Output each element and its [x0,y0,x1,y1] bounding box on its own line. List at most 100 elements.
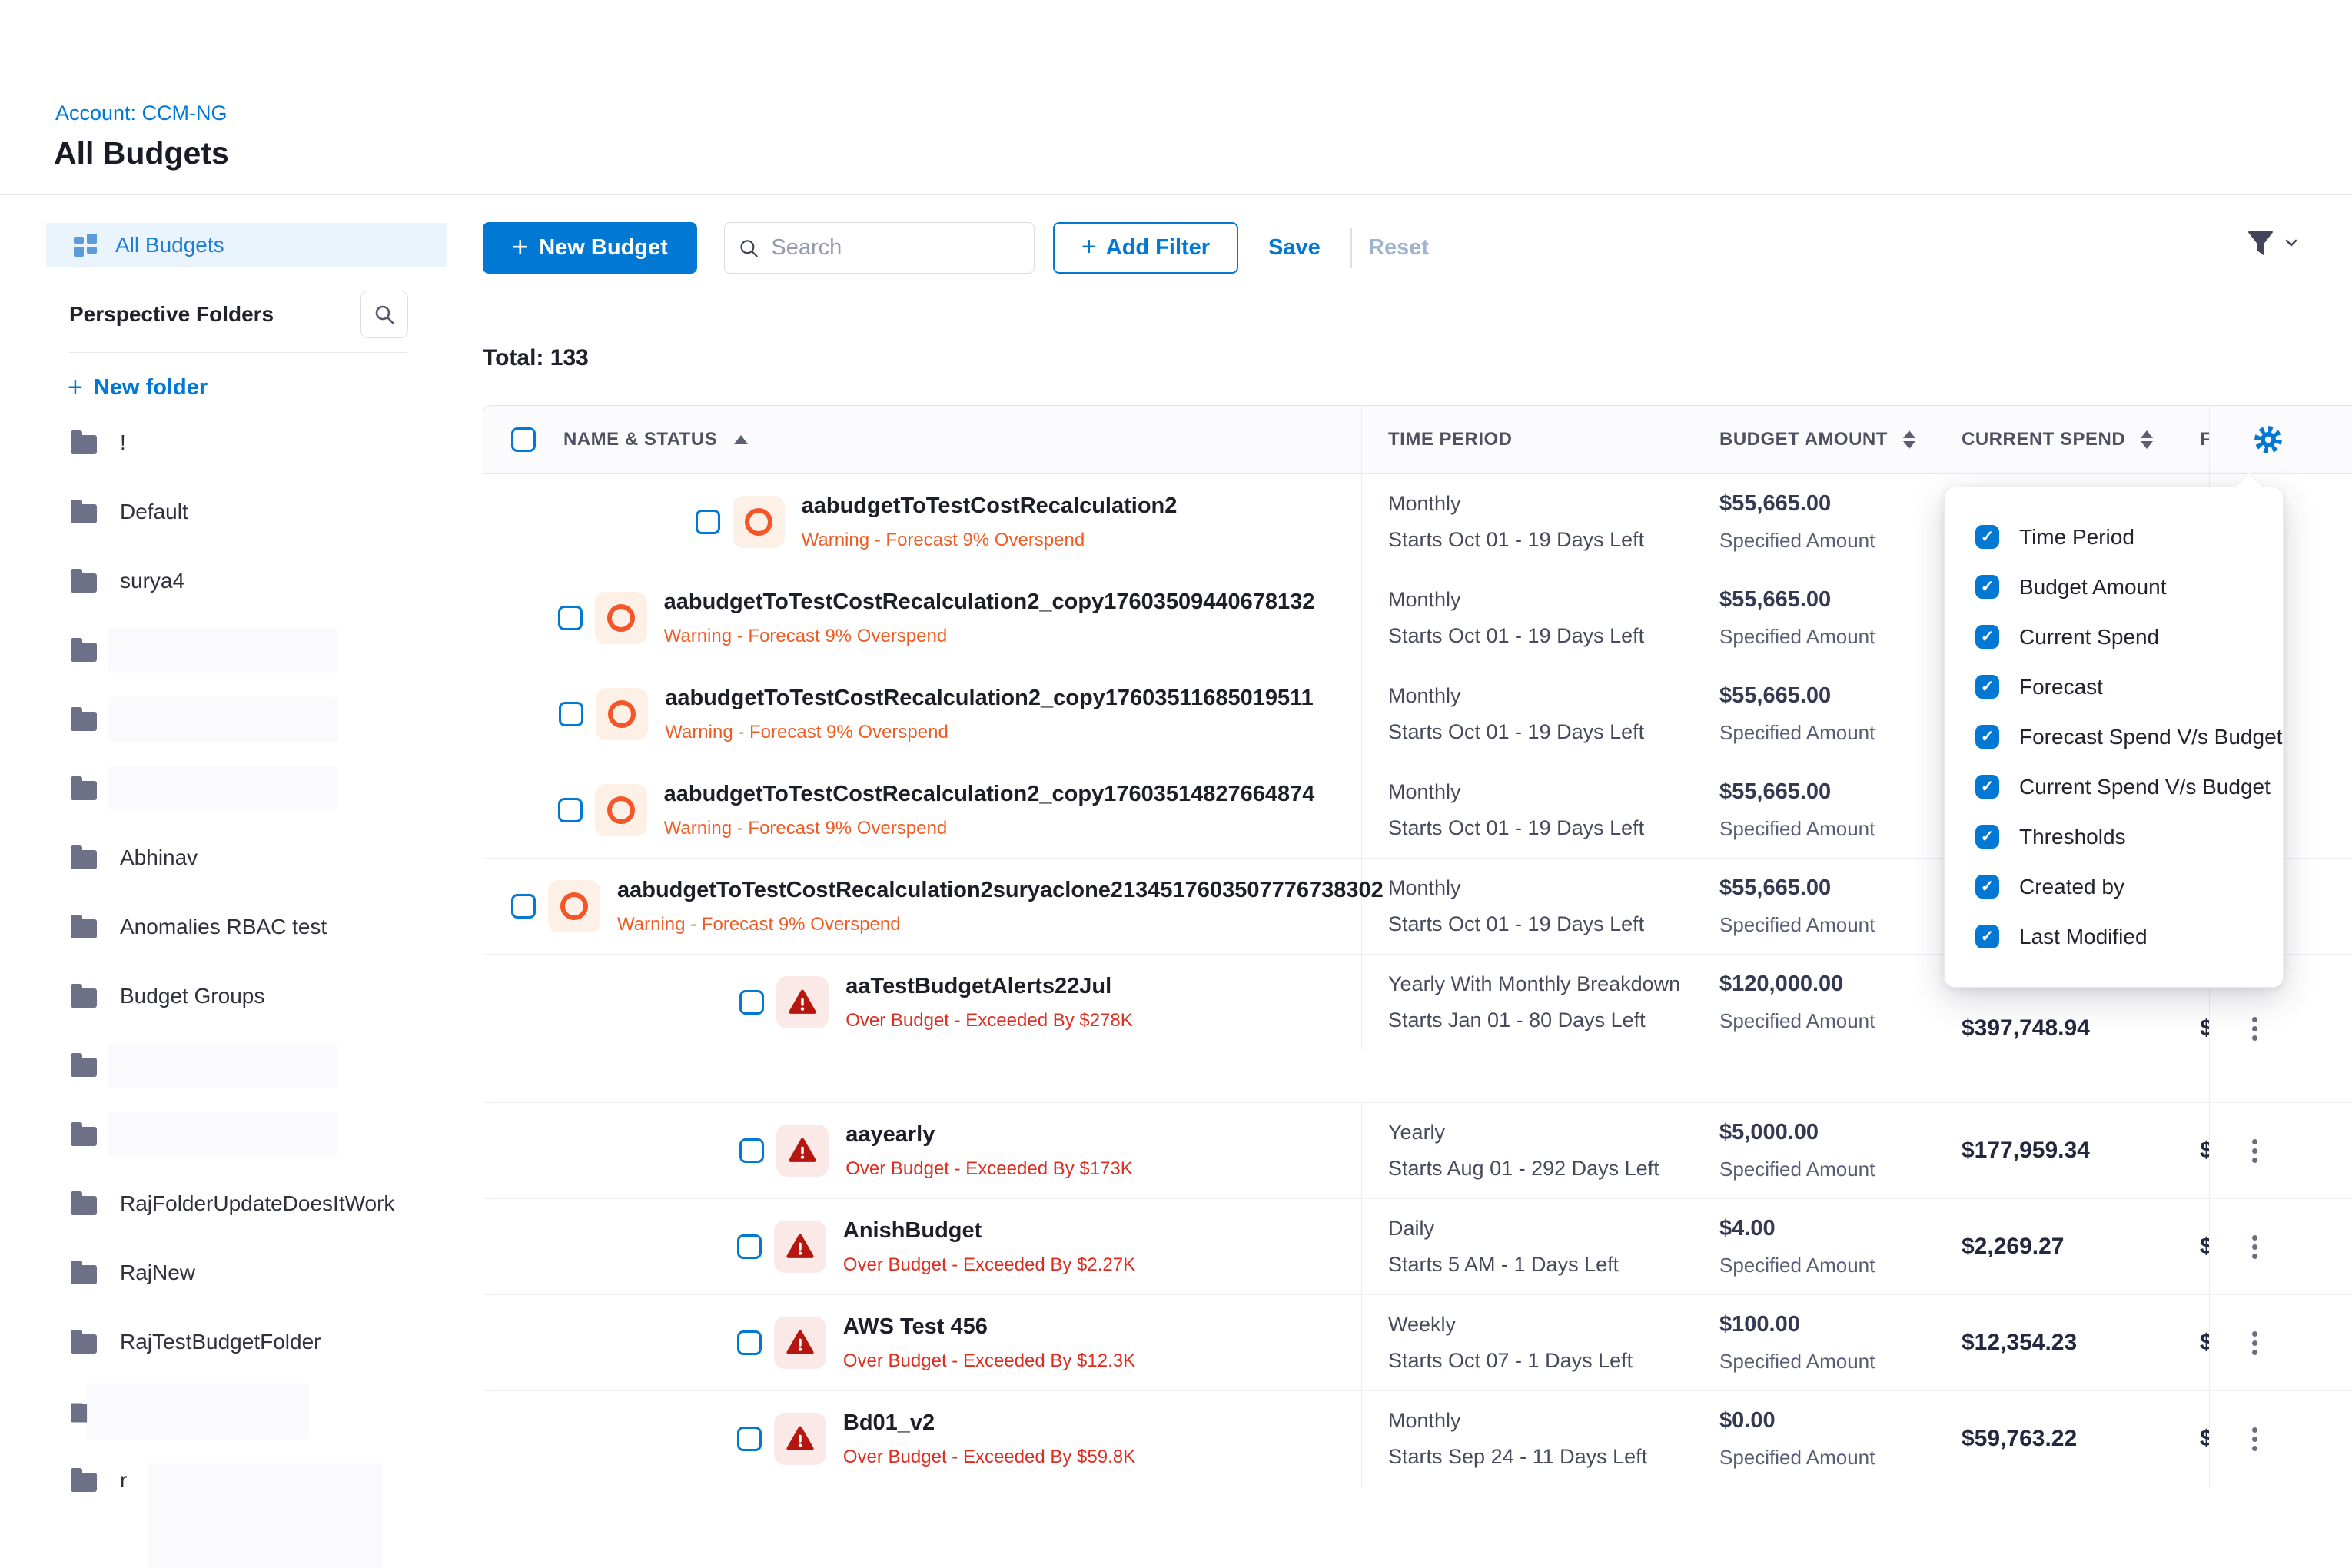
add-filter-button[interactable]: + Add Filter [1053,222,1238,274]
column-menu-item-label: Current Spend [2019,625,2159,649]
sidebar-folder-item[interactable]: RajFolderUpdateDoesItWork [71,1169,447,1238]
sidebar-folder-item[interactable] [71,1377,447,1446]
new-budget-button[interactable]: + New Budget [483,222,697,274]
row-checkbox[interactable] [739,990,764,1015]
budget-name: Bd01_v2 [843,1410,1135,1436]
column-menu-item-label: Forecast Spend V/s Budget [2019,725,2282,749]
over-budget-alert-icon [785,1328,816,1357]
save-button[interactable]: Save [1268,222,1321,274]
time-period-detail: Starts Oct 07 - 1 Days Left [1388,1349,1700,1373]
column-header-current-spend[interactable]: CURRENT SPEND [1962,429,2125,450]
table-row[interactable]: aayearly Over Budget - Exceeded By $173K… [483,1103,2352,1199]
new-folder-button[interactable]: + New folder [68,367,208,407]
column-menu-item[interactable]: ✓ Current Spend V/s Budget [1975,762,2283,812]
row-checkbox[interactable] [737,1427,762,1451]
column-header-time-period: TIME PERIOD [1388,429,1513,450]
table-row[interactable]: Bd01_v2 Over Budget - Exceeded By $59.8K… [483,1391,2352,1487]
time-period: Monthly [1388,780,1700,804]
filter-panel-trigger[interactable] [2243,225,2300,261]
row-actions-menu-icon[interactable] [2252,1235,2258,1259]
warning-circle-icon [607,604,635,632]
row-actions-menu-icon[interactable] [2252,1017,2258,1041]
sidebar-folder-item[interactable] [71,754,447,823]
gear-icon[interactable] [2252,424,2284,456]
time-period: Daily [1388,1217,1700,1241]
checked-checkbox-icon[interactable]: ✓ [1975,725,1999,749]
time-period-detail: Starts Oct 01 - 19 Days Left [1388,912,1700,936]
folder-list: ! Default surya4 Abhinav Anomalies RBAC … [71,408,447,1515]
sort-icon[interactable] [1903,430,1915,449]
column-menu-item[interactable]: ✓ Current Spend [1975,612,2283,662]
sidebar-folder-item[interactable]: surya4 [71,546,447,616]
row-checkbox[interactable] [737,1234,762,1259]
column-menu-item-label: Current Spend V/s Budget [2019,775,2271,799]
status-icon-tile [733,496,785,548]
checked-checkbox-icon[interactable]: ✓ [1975,825,1999,849]
time-period: Yearly [1388,1121,1700,1144]
reset-button[interactable]: Reset [1368,222,1429,274]
sidebar-folder-item[interactable]: RajTestBudgetFolder [71,1307,447,1377]
row-checkbox[interactable] [558,606,583,630]
row-actions-menu-icon[interactable] [2252,1427,2258,1451]
sort-icon[interactable] [2141,430,2153,449]
row-checkbox[interactable] [737,1330,762,1355]
column-menu-item[interactable]: ✓ Forecast Spend V/s Budget [1975,712,2283,762]
row-checkbox[interactable] [559,702,583,726]
sidebar-folder-item[interactable] [71,1100,447,1169]
row-checkbox[interactable] [558,798,583,822]
sidebar-folder-item[interactable]: Default [71,477,447,546]
budget-amount-type: Specified Amount [1719,817,1945,841]
table-row[interactable]: AnishBudget Over Budget - Exceeded By $2… [483,1199,2352,1295]
column-menu-item[interactable]: ✓ Thresholds [1975,812,2283,862]
sidebar-folder-item[interactable]: Budget Groups [71,962,447,1031]
breadcrumb-account-link[interactable]: Account: CCM-NG [55,101,228,125]
row-checkbox[interactable] [739,1138,764,1163]
checked-checkbox-icon[interactable]: ✓ [1975,625,1999,649]
checked-checkbox-icon[interactable]: ✓ [1975,775,1999,799]
sort-ascending-icon[interactable] [734,435,748,444]
folder-icon [71,850,97,869]
column-menu-item[interactable]: ✓ Last Modified [1975,912,2283,962]
column-menu-item[interactable]: ✓ Time Period [1975,512,2283,562]
time-period-detail: Starts Oct 01 - 19 Days Left [1388,528,1700,552]
row-actions-menu-icon[interactable] [2252,1331,2258,1355]
search-box [724,222,1035,274]
time-period: Monthly [1388,588,1700,612]
warning-circle-icon [608,700,636,728]
row-checkbox[interactable] [511,894,536,919]
column-menu-item[interactable]: ✓ Forecast [1975,662,2283,712]
sidebar-folder-item[interactable] [71,685,447,754]
search-input[interactable] [769,234,1020,261]
time-period: Monthly [1388,684,1700,708]
column-header-budget-amount[interactable]: BUDGET AMOUNT [1719,429,1888,450]
sidebar-folder-item[interactable]: r [71,1446,447,1515]
sidebar-folder-item[interactable] [71,616,447,685]
sidebar-folder-item[interactable] [71,1031,447,1100]
checked-checkbox-icon[interactable]: ✓ [1975,875,1999,899]
sidebar-folder-item[interactable]: Anomalies RBAC test [71,892,447,962]
budget-amount-type: Specified Amount [1719,1158,1945,1181]
select-all-checkbox[interactable] [511,427,536,452]
table-row[interactable]: AWS Test 456 Over Budget - Exceeded By $… [483,1295,2352,1391]
sidebar-folder-item[interactable]: Abhinav [71,823,447,892]
column-visibility-menu: ✓ Time Period ✓ Budget Amount ✓ Current … [1944,487,2284,988]
budget-name: aabudgetToTestCostRecalculation2_copy176… [664,782,1315,807]
budget-amount-type: Specified Amount [1719,1009,1945,1033]
folder-search-button[interactable] [360,291,408,338]
column-header-name[interactable]: NAME & STATUS [563,429,717,450]
sidebar-folder-item[interactable]: RajNew [71,1238,447,1307]
sidebar-folder-item[interactable]: ! [71,408,447,477]
checked-checkbox-icon[interactable]: ✓ [1975,925,1999,948]
checked-checkbox-icon[interactable]: ✓ [1975,675,1999,699]
checked-checkbox-icon[interactable]: ✓ [1975,525,1999,549]
folder-label: r [120,1468,127,1493]
budget-status-text: Over Budget - Exceeded By $278K [845,1010,1133,1031]
row-actions-menu-icon[interactable] [2252,1139,2258,1163]
sidebar-item-all-budgets[interactable]: All Budgets [46,223,447,267]
column-menu-item[interactable]: ✓ Budget Amount [1975,562,2283,612]
time-period-detail: Starts Aug 01 - 292 Days Left [1388,1157,1700,1181]
row-checkbox[interactable] [696,510,720,534]
column-menu-item-label: Time Period [2019,525,2134,550]
checked-checkbox-icon[interactable]: ✓ [1975,575,1999,599]
column-menu-item[interactable]: ✓ Created by [1975,862,2283,912]
